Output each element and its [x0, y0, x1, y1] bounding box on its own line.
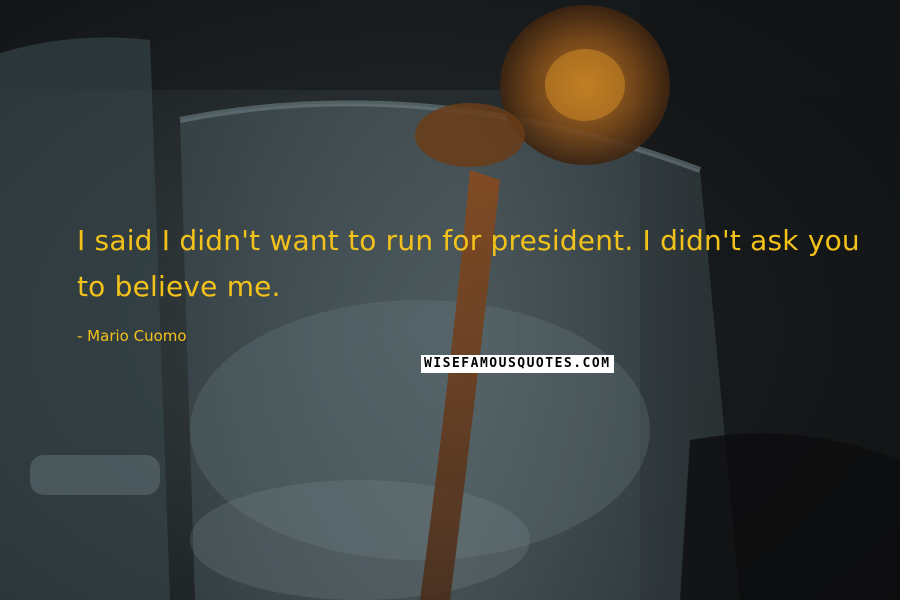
quote-card: I said I didn't want to run for presiden…: [0, 0, 900, 600]
quote-author: - Mario Cuomo: [77, 327, 187, 345]
quote-text: I said I didn't want to run for presiden…: [77, 224, 860, 303]
watermark-logo: WISEFAMOUSQUOTES.COM: [421, 355, 614, 373]
